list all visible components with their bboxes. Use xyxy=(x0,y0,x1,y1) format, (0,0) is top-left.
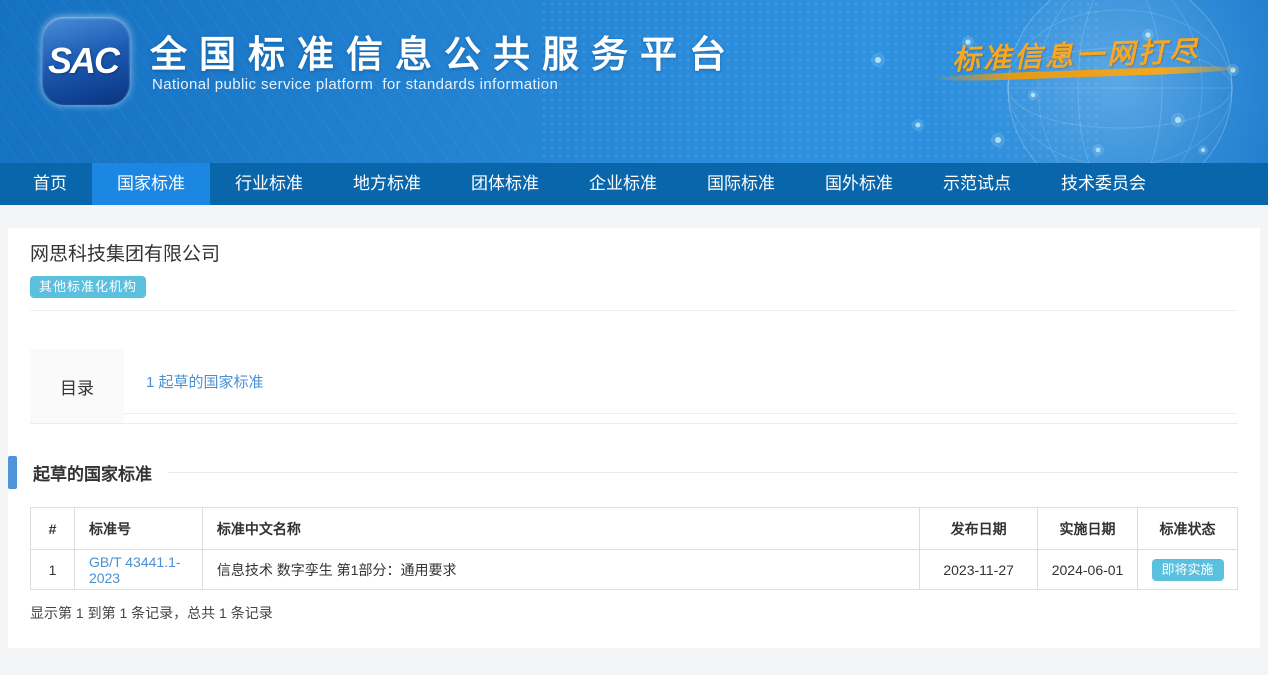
col-header-code: 标准号 xyxy=(74,508,202,550)
site-banner: SAC 全国标准信息公共服务平台 National public service… xyxy=(0,0,1268,163)
table-header-row: # 标准号 标准中文名称 发布日期 实施日期 标准状态 xyxy=(31,508,1238,550)
toc-label: 目录 xyxy=(30,349,124,423)
site-subtitle: National public service platform for sta… xyxy=(152,76,558,93)
col-header-publish-date: 发布日期 xyxy=(920,508,1038,550)
toc-box: 目录 1 起草的国家标准 xyxy=(30,349,1238,424)
col-header-index: # xyxy=(31,508,75,550)
main-nav-list: 首页 国家标准 行业标准 地方标准 团体标准 企业标准 国际标准 国外标准 示范… xyxy=(0,163,1268,205)
section-header: 起草的国家标准 xyxy=(8,456,1260,489)
cell-status: 即将实施 xyxy=(1138,550,1238,590)
col-header-status: 标准状态 xyxy=(1138,508,1238,550)
main-nav: 首页 国家标准 行业标准 地方标准 团体标准 企业标准 国际标准 国外标准 示范… xyxy=(0,163,1268,205)
status-badge: 即将实施 xyxy=(1152,559,1224,581)
nav-item-technical-committees[interactable]: 技术委员会 xyxy=(1036,163,1171,205)
table-row: 1 GB/T 43441.1-2023 信息技术 数字孪生 第1部分：通用要求 … xyxy=(31,550,1238,590)
nav-item-international-standards[interactable]: 国际标准 xyxy=(682,163,800,205)
cell-index: 1 xyxy=(31,550,75,590)
cell-publish-date: 2023-11-27 xyxy=(920,550,1038,590)
toc-link-drafted-standards[interactable]: 1 起草的国家标准 xyxy=(146,371,264,392)
nav-item-group-standards[interactable]: 团体标准 xyxy=(446,163,564,205)
cell-impl-date: 2024-06-01 xyxy=(1038,550,1138,590)
standard-code-link[interactable]: GB/T 43441.1-2023 xyxy=(89,554,181,586)
header-divider xyxy=(30,310,1238,311)
section-title: 起草的国家标准 xyxy=(33,460,152,485)
nav-item-national-standards[interactable]: 国家标准 xyxy=(92,163,210,205)
section-accent-bar xyxy=(8,456,17,489)
site-title: 全国标准信息公共服务平台 xyxy=(150,24,738,78)
toc-item: 1 起草的国家标准 xyxy=(124,349,1238,414)
sac-logo[interactable]: SAC xyxy=(42,17,130,105)
organization-type-badge: 其他标准化机构 xyxy=(30,276,146,298)
nav-item-local-standards[interactable]: 地方标准 xyxy=(328,163,446,205)
sac-logo-text: SAC xyxy=(48,40,124,82)
nav-item-pilot-programs[interactable]: 示范试点 xyxy=(918,163,1036,205)
content-card: 网思科技集团有限公司 其他标准化机构 目录 1 起草的国家标准 起草的国家标准 … xyxy=(8,228,1260,648)
toc-list: 1 起草的国家标准 xyxy=(124,349,1238,423)
section-rule xyxy=(168,472,1238,473)
col-header-impl-date: 实施日期 xyxy=(1038,508,1138,550)
nav-item-enterprise-standards[interactable]: 企业标准 xyxy=(564,163,682,205)
organization-name: 网思科技集团有限公司 xyxy=(30,242,1238,268)
col-header-name: 标准中文名称 xyxy=(202,508,919,550)
cell-name: 信息技术 数字孪生 第1部分：通用要求 xyxy=(202,550,919,590)
nav-item-foreign-standards[interactable]: 国外标准 xyxy=(800,163,918,205)
record-count-text: 显示第 1 到第 1 条记录，总共 1 条记录 xyxy=(30,603,1238,623)
nav-item-home[interactable]: 首页 xyxy=(8,163,92,205)
cell-code: GB/T 43441.1-2023 xyxy=(74,550,202,590)
standards-table: # 标准号 标准中文名称 发布日期 实施日期 标准状态 1 GB/T 43441… xyxy=(30,507,1238,590)
nav-item-industry-standards[interactable]: 行业标准 xyxy=(210,163,328,205)
